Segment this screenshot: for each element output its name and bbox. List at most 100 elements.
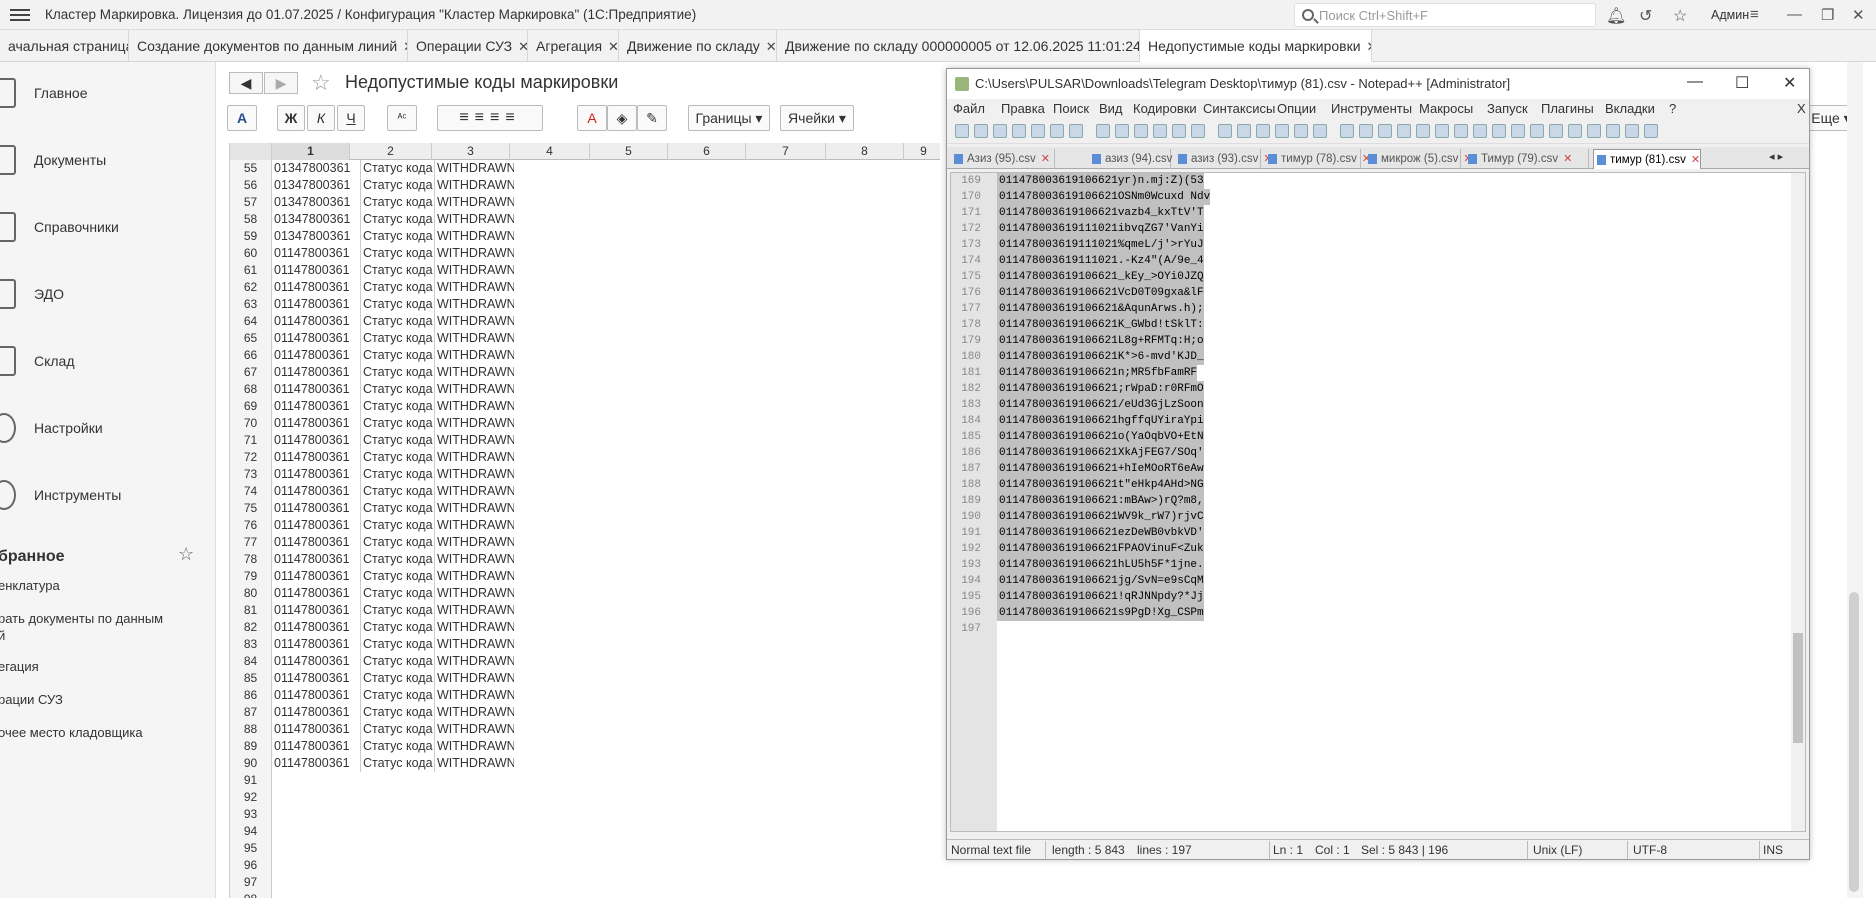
cell-status[interactable]: Статус кода [360,704,438,721]
toolbar-tool-icon[interactable] [1134,124,1148,138]
editor-line[interactable]: 195 011478003619106621!qRJNNpdy?*Jj [951,589,1791,605]
cell-value[interactable]: WITHDRAWN [434,602,514,619]
row-number[interactable]: 69 [230,398,272,415]
editor-line[interactable]: 169 011478003619106621yr)n.mj:Z)(53 [951,173,1791,189]
cell-status[interactable]: Статус кода [360,347,438,364]
editor-line[interactable]: 192 011478003619106621FPAOVinuF<Zuk [951,541,1791,557]
toolbar-tool-icon[interactable] [1012,124,1026,138]
line-text[interactable]: 011478003619106621OSNm0Wcuxd Ndv [997,189,1211,205]
notepad-window[interactable]: C:\Users\PULSAR\Downloads\Telegram Deskt… [946,68,1810,860]
notepad-menu-item[interactable]: Плагины [1541,101,1594,116]
notepad-menu-item[interactable]: ? [1669,101,1676,116]
clear-format-icon[interactable]: ᴬᶜ [387,105,417,131]
cell-status[interactable]: Статус кода [360,653,438,670]
toolbar-tool-icon[interactable] [955,124,969,138]
cell-status[interactable]: Статус кода [360,160,438,177]
cell-code[interactable]: 011478003619110321j7Dp- [274,279,350,296]
pen-icon[interactable]: ✎ [637,105,667,131]
cell-value[interactable]: WITHDRAWN [434,738,514,755]
cell-code[interactable]: 011478003619106621&Aqu [274,551,350,568]
line-text[interactable]: 011478003619106621:mBAw>)rQ?m8, [997,493,1204,509]
row-number[interactable]: 97 [230,874,272,891]
notepad-close-icon[interactable]: ✕ [1783,73,1796,93]
line-text[interactable]: 011478003619106621XkAjFEG7/SOq' [997,445,1204,461]
line-text[interactable]: 011478003619106621_kEy_>OYi0JZQ [997,269,1204,285]
cell-status[interactable]: Статус кода [360,738,438,755]
notepad-file-tab[interactable]: микрож (5).csv ✕ [1365,149,1473,169]
cell-status[interactable]: Статус кода [360,534,438,551]
sidebar-item-tools[interactable]: Инструменты [0,468,216,524]
cell-code[interactable]: 011478003619106621L8g+ [274,585,350,602]
editor-line[interactable]: 189 011478003619106621:mBAw>)rQ?m8, [951,493,1791,509]
cell-value[interactable]: WITHDRAWN [434,687,514,704]
notepad-file-tab[interactable]: тимур (78).csv ✕ [1265,149,1371,169]
cell-code[interactable]: 011478003619106621jg/Sv [274,721,350,738]
row-number[interactable]: 91 [230,772,272,789]
row-number[interactable]: 80 [230,585,272,602]
notepad-menu-item[interactable]: Вкладки [1605,101,1655,116]
line-text[interactable]: 011478003619106621hLU5h5F*1jne. [997,557,1204,573]
editor-line[interactable]: 174 011478003619111021.-Kz4"(A/9e_4 [951,253,1791,269]
cell-code[interactable]: 011478003619110321Denv [274,432,350,449]
cell-status[interactable]: Статус кода [360,687,438,704]
toolbar-tool-icon[interactable] [1454,124,1468,138]
cell-value[interactable]: WITHDRAWN [434,619,514,636]
tab-home[interactable]: ачальная страница [0,30,129,62]
cell-code[interactable]: 011478003619106621t"eHk [274,653,350,670]
col-header[interactable]: 7 [746,143,826,160]
toolbar-tool-icon[interactable] [1069,124,1083,138]
cell-status[interactable]: Статус кода [360,568,438,585]
tab-suz[interactable]: Операции СУЗ ✕ [408,30,528,62]
toolbar-tool-icon[interactable] [1587,124,1601,138]
restore-icon[interactable]: ❐ [1821,6,1834,24]
menu-icon[interactable] [10,6,30,24]
cell-code[interactable]: 0114780036191295217pTr [274,330,350,347]
editor-line[interactable]: 188 011478003619106621t"eHkp4AHd>NG [951,477,1791,493]
close-tab-icon[interactable]: ✕ [1041,153,1050,165]
notepad-menu-item[interactable]: Вид [1099,101,1123,116]
cell-status[interactable]: Статус кода [360,228,438,245]
favorite-star-icon[interactable]: ☆ [311,70,331,96]
row-number[interactable]: 64 [230,313,272,330]
cell-value[interactable]: WITHDRAWN [434,279,514,296]
cell-status[interactable]: Статус кода [360,262,438,279]
cell-status[interactable]: Статус кода [360,211,438,228]
notepad-minimize-icon[interactable]: — [1687,73,1703,91]
cell-value[interactable]: WITHDRAWN [434,160,514,177]
cell-status[interactable]: Статус кода [360,432,438,449]
col-header[interactable]: 2 [350,143,432,160]
cell-status[interactable]: Статус кода [360,551,438,568]
row-number[interactable]: 67 [230,364,272,381]
cell-code[interactable]: 011478003619110321WX4( [274,364,350,381]
toolbar-tool-icon[interactable] [1549,124,1563,138]
editor-line[interactable]: 175 011478003619106621_kEy_>OYi0JZQ [951,269,1791,285]
cell-code[interactable]: 013478003619096421C?oI [274,194,350,211]
cell-value[interactable]: WITHDRAWN [434,194,514,211]
tab-aggregation[interactable]: Агрегация ✕ [528,30,619,62]
notepad-menu-item[interactable]: Кодировки [1133,101,1197,116]
cell-code[interactable]: 011478003619106621hLU5 [274,704,350,721]
settings-lines-icon[interactable]: ≡ [1750,6,1759,23]
cell-value[interactable]: WITHDRAWN [434,449,514,466]
editor-line[interactable]: 183 011478003619106621/eUd3GjLzSoon [951,397,1791,413]
line-text[interactable]: 011478003619111021%qmeL/j'>rYuJ [997,237,1204,253]
sidebar-item-edo[interactable]: ЭДО [0,267,216,323]
row-number[interactable]: 83 [230,636,272,653]
cell-value[interactable]: WITHDRAWN [434,636,514,653]
history-icon[interactable]: ↺ [1639,6,1652,26]
editor-line[interactable]: 187 011478003619106621+hIeMOoRT6eAw [951,461,1791,477]
cell-value[interactable]: WITHDRAWN [434,211,514,228]
toolbar-tool-icon[interactable] [1191,124,1205,138]
editor-line[interactable]: 173 011478003619111021%qmeL/j'>rYuJ [951,237,1791,253]
cell-value[interactable]: WITHDRAWN [434,534,514,551]
line-text[interactable]: 011478003619106621jg/SvN=e9sCqM [997,573,1204,589]
col-header[interactable]: 3 [432,143,510,160]
row-number[interactable]: 62 [230,279,272,296]
cell-status[interactable]: Статус кода [360,721,438,738]
cell-status[interactable]: Статус кода [360,517,438,534]
cell-value[interactable]: WITHDRAWN [434,483,514,500]
cell-status[interactable]: Статус кода [360,636,438,653]
cell-code[interactable]: 011478003619106621lgNS [274,466,350,483]
notepad-menu-item[interactable]: Инструменты [1331,101,1412,116]
row-number[interactable]: 98 [230,891,272,898]
